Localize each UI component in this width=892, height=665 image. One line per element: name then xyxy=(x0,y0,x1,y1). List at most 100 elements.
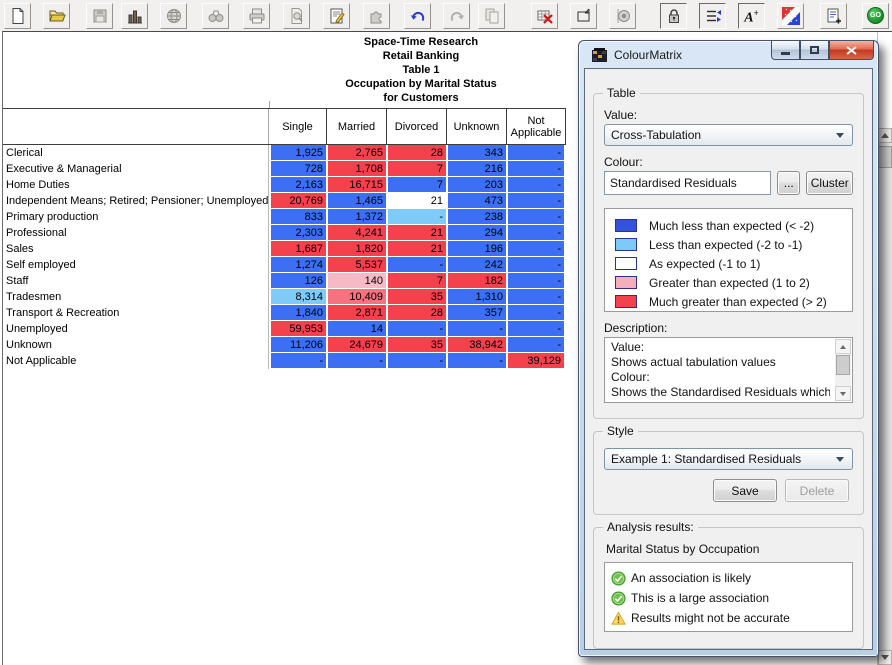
table-cell[interactable]: 196 xyxy=(446,241,506,257)
table-cell[interactable]: 182 xyxy=(446,273,506,289)
row-label[interactable]: Transport & Recreation xyxy=(3,305,269,321)
table-cell[interactable]: 10,409 xyxy=(326,289,386,305)
table-cell[interactable]: - xyxy=(386,353,446,369)
scroll-up-button[interactable] xyxy=(835,339,851,354)
column-header[interactable]: Married xyxy=(326,109,386,144)
scroll-up-button[interactable] xyxy=(878,128,892,143)
row-label[interactable]: Professional xyxy=(3,225,269,241)
table-cell[interactable]: 7 xyxy=(386,177,446,193)
table-cell[interactable]: 5,537 xyxy=(326,257,386,273)
table-cell[interactable]: 1,708 xyxy=(326,161,386,177)
colour-matrix-button[interactable] xyxy=(777,3,804,29)
scrollbar-thumb[interactable] xyxy=(878,146,892,168)
scrollbar-thumb[interactable] xyxy=(836,355,850,375)
table-cell[interactable]: 11,206 xyxy=(269,337,326,353)
table-cell[interactable]: - xyxy=(506,305,566,321)
scroll-down-button[interactable] xyxy=(835,386,851,401)
new-document-button[interactable] xyxy=(4,3,31,29)
dialog-titlebar[interactable]: ColourMatrix xyxy=(579,41,878,68)
table-vertical-scrollbar[interactable] xyxy=(878,128,892,665)
table-cell[interactable]: 1,820 xyxy=(326,241,386,257)
delete-table-button[interactable] xyxy=(531,3,558,29)
table-cell[interactable]: 728 xyxy=(269,161,326,177)
table-cell[interactable]: 833 xyxy=(269,209,326,225)
column-header[interactable]: Single xyxy=(269,109,326,144)
table-cell[interactable]: 1,310 xyxy=(446,289,506,305)
table-cell[interactable]: 294 xyxy=(446,225,506,241)
table-cell[interactable]: - xyxy=(386,257,446,273)
row-label[interactable]: Clerical xyxy=(3,145,269,161)
save-button[interactable]: Save xyxy=(713,479,777,502)
row-label[interactable]: Sales xyxy=(3,241,269,257)
table-cell[interactable]: - xyxy=(506,209,566,225)
table-cell[interactable]: - xyxy=(506,145,566,161)
row-label[interactable]: Staff xyxy=(3,273,269,289)
browse-button[interactable]: ... xyxy=(777,171,800,195)
row-label[interactable]: Not Applicable xyxy=(3,353,269,369)
row-label[interactable]: Executive & Managerial xyxy=(3,161,269,177)
table-cell[interactable]: 28 xyxy=(386,145,446,161)
row-label[interactable]: Unknown xyxy=(3,337,269,353)
colour-input[interactable] xyxy=(604,171,771,195)
close-button[interactable] xyxy=(829,41,874,60)
go-button[interactable]: GO xyxy=(862,3,889,29)
table-cell[interactable]: 35 xyxy=(386,289,446,305)
table-cell[interactable]: - xyxy=(506,177,566,193)
value-combobox[interactable]: Cross-Tabulation xyxy=(604,124,853,146)
column-header[interactable]: Unknown xyxy=(446,109,506,144)
table-cell[interactable]: - xyxy=(446,353,506,369)
table-cell[interactable]: 21 xyxy=(386,193,446,209)
table-cell[interactable]: 1,925 xyxy=(269,145,326,161)
table-cell[interactable]: - xyxy=(386,209,446,225)
table-cell[interactable]: 203 xyxy=(446,177,506,193)
table-cell[interactable]: 242 xyxy=(446,257,506,273)
row-label[interactable]: Independent Means; Retired; Pensioner; U… xyxy=(3,193,269,209)
row-label[interactable]: Tradesmen xyxy=(3,289,269,305)
table-cell[interactable]: - xyxy=(506,225,566,241)
table-cell[interactable]: 1,465 xyxy=(326,193,386,209)
table-cell[interactable]: 2,765 xyxy=(326,145,386,161)
table-cell[interactable]: 1,372 xyxy=(326,209,386,225)
row-label[interactable]: Home Duties xyxy=(3,177,269,193)
table-cell[interactable]: 238 xyxy=(446,209,506,225)
table-cell[interactable]: 59,953 xyxy=(269,321,326,337)
table-cell[interactable]: - xyxy=(506,193,566,209)
table-cell[interactable]: 140 xyxy=(326,273,386,289)
minimize-button[interactable] xyxy=(771,41,800,60)
column-header[interactable]: Divorced xyxy=(386,109,446,144)
maximize-button[interactable] xyxy=(800,41,829,60)
scroll-down-button[interactable] xyxy=(878,650,892,665)
table-cell[interactable]: - xyxy=(326,353,386,369)
table-cell[interactable]: 21 xyxy=(386,241,446,257)
table-cell[interactable]: - xyxy=(506,273,566,289)
table-cell[interactable]: 357 xyxy=(446,305,506,321)
add-annotation-button[interactable] xyxy=(820,3,847,29)
table-cell[interactable]: 1,840 xyxy=(269,305,326,321)
table-cell[interactable]: 1,687 xyxy=(269,241,326,257)
table-cell[interactable]: 1,274 xyxy=(269,257,326,273)
undo-button[interactable] xyxy=(404,3,431,29)
font-size-button[interactable]: A+ xyxy=(738,3,765,29)
table-cell[interactable]: 39,129 xyxy=(506,353,566,369)
table-cell[interactable]: - xyxy=(506,257,566,273)
table-cell[interactable]: 473 xyxy=(446,193,506,209)
table-cell[interactable]: 216 xyxy=(446,161,506,177)
table-cell[interactable]: 8,314 xyxy=(269,289,326,305)
field-order-button[interactable] xyxy=(699,3,726,29)
table-cell[interactable]: 2,163 xyxy=(269,177,326,193)
edit-annotations-button[interactable] xyxy=(323,3,350,29)
row-label[interactable]: Primary production xyxy=(3,209,269,225)
table-cell[interactable]: 4,241 xyxy=(326,225,386,241)
open-file-button[interactable] xyxy=(43,3,70,29)
style-combobox[interactable]: Example 1: Standardised Residuals xyxy=(604,448,853,470)
table-cell[interactable]: 35 xyxy=(386,337,446,353)
column-header[interactable]: Not Applicable xyxy=(506,109,566,144)
table-cell[interactable]: 16,715 xyxy=(326,177,386,193)
table-cell[interactable]: - xyxy=(386,321,446,337)
table-cell[interactable]: 126 xyxy=(269,273,326,289)
table-cell[interactable]: 14 xyxy=(326,321,386,337)
table-cell[interactable]: 24,679 xyxy=(326,337,386,353)
table-cell[interactable]: 7 xyxy=(386,273,446,289)
table-cell[interactable]: 20,769 xyxy=(269,193,326,209)
table-cell[interactable]: 21 xyxy=(386,225,446,241)
